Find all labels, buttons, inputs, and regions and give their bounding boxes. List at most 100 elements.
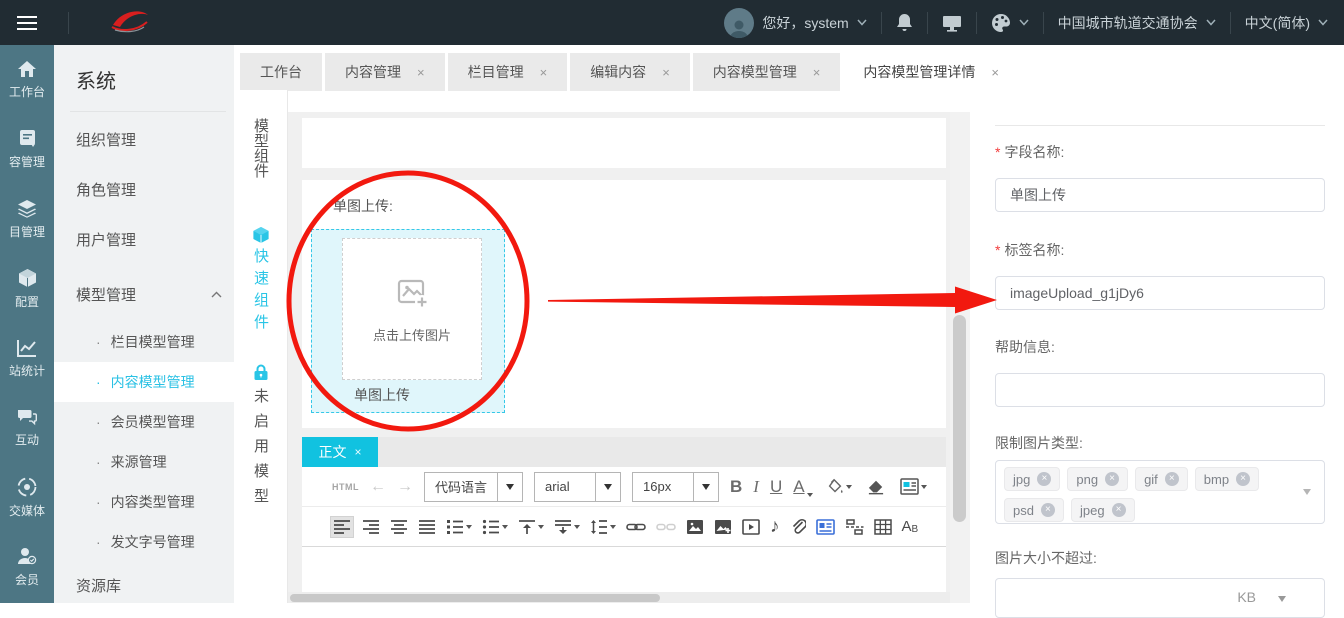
display-button[interactable] (942, 14, 962, 32)
close-icon[interactable]: × (662, 65, 670, 80)
editor-content-area[interactable] (302, 547, 946, 591)
align-right-button[interactable] (360, 517, 382, 537)
redo-icon[interactable]: → (397, 478, 413, 496)
close-icon[interactable]: × (991, 65, 999, 80)
insert-link-button[interactable] (624, 517, 648, 537)
close-icon[interactable]: × (813, 65, 821, 80)
code-language-select[interactable]: 代码语言 (424, 471, 524, 502)
remove-tag-icon[interactable]: × (1105, 472, 1120, 486)
image-types-multiselect[interactable]: jpg × png × gif × bmp × psd × jpeg × (995, 460, 1325, 524)
rail-item-social-media[interactable]: 交媒体 (0, 463, 54, 533)
tag-name-input[interactable] (995, 276, 1325, 310)
help-info-input[interactable] (995, 373, 1325, 407)
align-left-button[interactable] (330, 515, 354, 538)
sidebar-subitem-doc-number[interactable]: · 发文字号管理 (54, 522, 234, 562)
menu-toggle-button[interactable] (0, 0, 54, 45)
sidebar-item-org-mgmt[interactable]: 组织管理 (76, 129, 226, 151)
image-upload-zone[interactable]: 点击上传图片 单图上传 (311, 229, 505, 413)
sidebar-group-model-mgmt[interactable]: 模型管理 (76, 284, 222, 305)
rail-item-content-mgmt[interactable]: 容管理 (0, 115, 54, 185)
upload-image-button[interactable] (712, 517, 734, 537)
chevron-down-icon (1318, 19, 1328, 26)
remove-tag-icon[interactable]: × (1040, 503, 1055, 517)
image-text-button[interactable] (814, 517, 837, 537)
tab-content-model-mgmt[interactable]: 内容模型管理 × (692, 53, 841, 91)
rail-item-config[interactable]: 配置 (0, 254, 54, 324)
close-icon[interactable]: × (417, 65, 425, 80)
rail-item-site-stats[interactable]: 站统计 (0, 324, 54, 394)
remove-tag-icon[interactable]: × (1164, 472, 1179, 486)
notifications-button[interactable] (896, 13, 913, 32)
upload-dropbox[interactable]: 点击上传图片 (342, 238, 482, 380)
user-menu[interactable]: 您好，system (724, 7, 867, 38)
unordered-list-button[interactable] (480, 517, 510, 537)
remove-link-button[interactable] (654, 517, 678, 537)
undo-icon[interactable]: ← (370, 478, 386, 496)
horizontal-scrollbar-thumb[interactable] (290, 593, 660, 602)
eraser-button[interactable] (865, 477, 887, 497)
insert-audio-button[interactable]: ♪ (768, 517, 782, 537)
insert-image-button[interactable] (684, 517, 706, 537)
tab-workbench[interactable]: 工作台 (240, 53, 322, 91)
group-quick-components[interactable]: 快速组件 (250, 248, 271, 336)
group-model-components[interactable]: 模型组件 (250, 118, 271, 178)
case-button[interactable]: AB (900, 516, 921, 537)
field-name-input[interactable] (995, 178, 1325, 212)
max-size-input-group[interactable]: KB (995, 578, 1325, 618)
rail-item-column-mgmt[interactable]: 目管理 (0, 184, 54, 254)
page-break-button[interactable] (843, 517, 866, 537)
sidebar-subitem-content-type[interactable]: · 内容类型管理 (54, 482, 234, 522)
primary-nav-rail: 工作台 容管理 目管理 配置 站统计 互动 交媒体 会员 (0, 45, 54, 603)
sidebar-subitem-column-model[interactable]: · 栏目模型管理 (54, 322, 234, 362)
font-size-select[interactable]: 16px (632, 471, 720, 502)
field-card-image-upload[interactable]: 单图上传: 点击上传图片 单图上传 (302, 180, 946, 428)
paragraph-after-button[interactable] (552, 517, 582, 537)
paragraph-before-button[interactable] (516, 517, 546, 537)
tab-column-mgmt[interactable]: 栏目管理 × (447, 53, 568, 91)
rail-item-interaction[interactable]: 互动 (0, 393, 54, 463)
sidebar-subitem-member-model[interactable]: · 会员模型管理 (54, 402, 234, 442)
social-icon (17, 477, 37, 497)
table-icon (873, 518, 892, 535)
vertical-scrollbar (950, 112, 970, 603)
remove-tag-icon[interactable]: × (1111, 503, 1126, 517)
theme-menu[interactable] (991, 13, 1029, 33)
insert-table-button[interactable] (872, 517, 894, 537)
insert-video-button[interactable] (740, 517, 762, 537)
editor-tab-body[interactable]: 正文 × (302, 437, 378, 467)
html-source-button[interactable]: HTML (332, 482, 359, 492)
language-selector[interactable]: 中文(简体) (1245, 13, 1328, 33)
tab-content-mgmt[interactable]: 内容管理 × (325, 53, 445, 91)
attach-file-button[interactable] (788, 516, 808, 537)
sidebar-subitem-content-model[interactable]: · 内容模型管理 (54, 362, 234, 402)
align-justify-button[interactable] (416, 517, 438, 537)
caret-down-icon[interactable] (1303, 489, 1311, 495)
remove-tag-icon[interactable]: × (1037, 472, 1052, 486)
tab-edit-content[interactable]: 编辑内容 × (570, 53, 690, 91)
vertical-scrollbar-thumb[interactable] (953, 315, 966, 522)
close-icon[interactable]: × (540, 65, 548, 80)
tab-content-model-detail[interactable]: 内容模型管理详情 × (843, 53, 1019, 91)
font-color-button[interactable]: A (793, 477, 813, 497)
group-disabled-models[interactable]: 未启用模型 (250, 388, 271, 513)
font-family-select[interactable]: arial (534, 471, 622, 502)
sidebar-item-resource-library[interactable]: 资源库 (76, 575, 226, 597)
rail-item-members[interactable]: 会员 (0, 533, 54, 603)
insert-template-button[interactable] (898, 476, 929, 497)
ordered-list-button[interactable] (444, 517, 474, 537)
bold-button[interactable]: B (730, 477, 742, 497)
sidebar-item-user-mgmt[interactable]: 用户管理 (76, 229, 226, 251)
organization-selector[interactable]: 中国城市轨道交通协会 (1058, 13, 1216, 33)
line-chart-icon (17, 339, 36, 357)
close-icon[interactable]: × (354, 445, 361, 459)
sidebar-subitem-source-mgmt[interactable]: · 来源管理 (54, 442, 234, 482)
line-height-button[interactable] (588, 517, 618, 537)
background-color-button[interactable] (824, 476, 854, 498)
italic-button[interactable]: I (753, 477, 759, 497)
underline-button[interactable]: U (770, 477, 782, 497)
remove-tag-icon[interactable]: × (1236, 472, 1251, 486)
align-center-button[interactable] (388, 517, 410, 537)
rail-item-workbench[interactable]: 工作台 (0, 45, 54, 115)
sidebar-item-role-mgmt[interactable]: 角色管理 (76, 179, 226, 201)
caret-down-icon[interactable] (1278, 596, 1286, 602)
